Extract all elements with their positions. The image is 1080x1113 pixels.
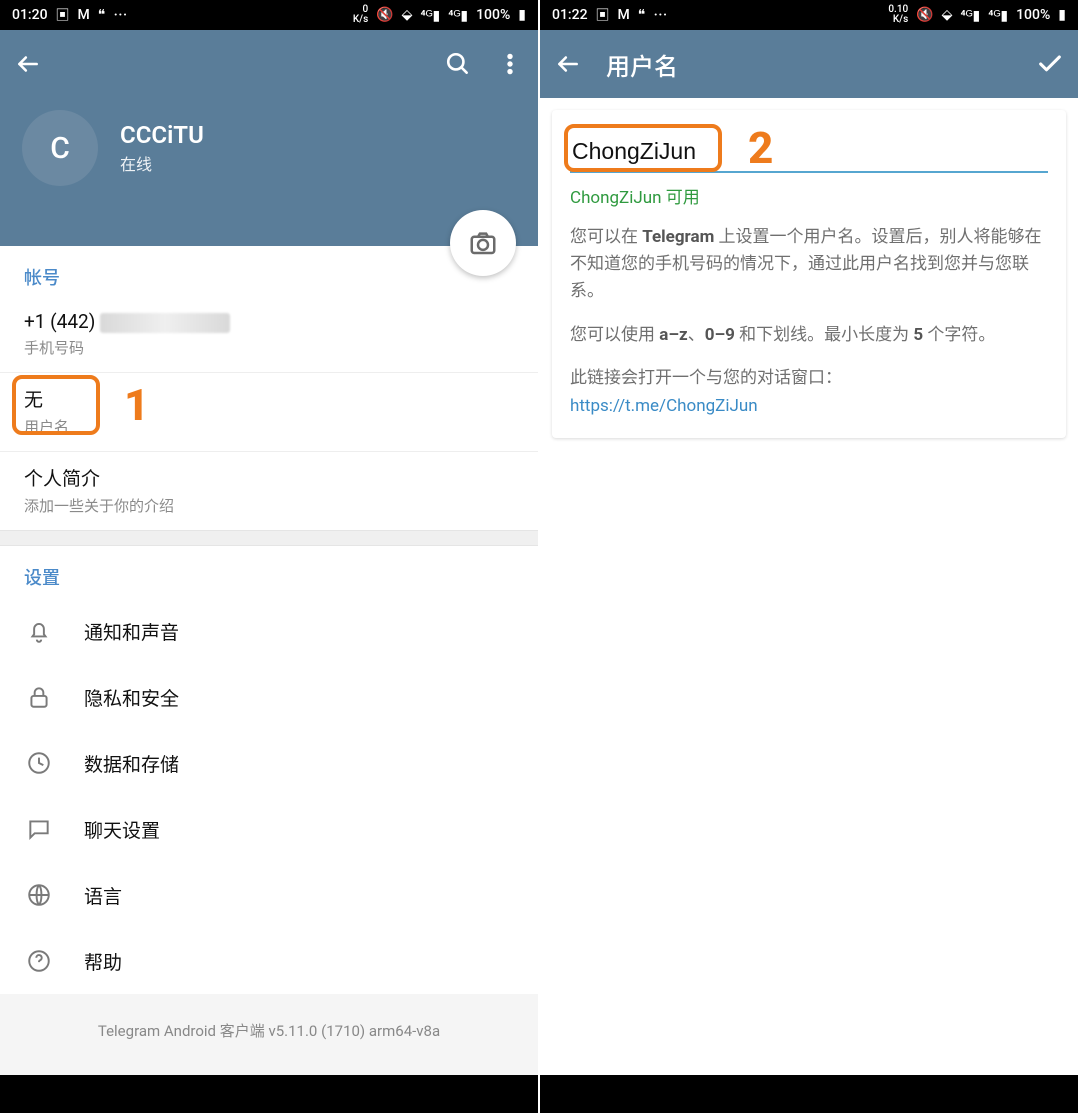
phone-value: +1 (442) [24, 310, 514, 333]
signal-4g-icon: ⁴ᴳ▮ [988, 7, 1008, 24]
section-divider [0, 530, 538, 546]
mute-icon: 🔇 [376, 7, 393, 23]
signal-4g-icon: ⁴ᴳ▮ [448, 7, 468, 24]
profile-status: 在线 [120, 151, 204, 175]
camera-button[interactable] [450, 210, 516, 276]
phone-row[interactable]: +1 (442) 手机号码 [0, 298, 538, 373]
username-available: ChongZiJun 可用 [570, 183, 1048, 208]
chat-icon [24, 814, 54, 844]
net-speed: 0K/s [353, 5, 368, 25]
wifi-icon: ⬙ [942, 7, 953, 23]
settings-label: 聊天设置 [84, 816, 160, 843]
username-description-2: 您可以使用 a–z、0–9 和下划线。最小长度为 5 个字符。 [570, 322, 1048, 349]
image-icon: ▣ [56, 5, 70, 25]
username-description-1: 您可以在 Telegram 上设置一个用户名。设置后，别人将能够在不知道您的手机… [570, 224, 1048, 306]
bio-row[interactable]: 个人简介 添加一些关于你的介绍 [0, 452, 538, 530]
annotation-2: 2 [748, 122, 773, 174]
more-vert-icon[interactable] [496, 50, 524, 78]
settings-section: 设置 通知和声音 隐私和安全 数据和存储 聊天设置 语言 [0, 546, 538, 994]
battery-icon: ▮ [1058, 7, 1066, 23]
settings-help[interactable]: 帮助 [0, 928, 538, 994]
settings-label: 帮助 [84, 948, 122, 975]
bio-label: 添加一些关于你的介绍 [24, 495, 514, 516]
status-time: 01:22 [552, 7, 588, 23]
status-bar: 01:20 ▣ M ❝ ⋯ 0K/s 🔇 ⬙ ⁴ᴳ▮ ⁴ᴳ▮ 100% ▮ [0, 0, 538, 30]
bio-value: 个人简介 [24, 464, 514, 491]
status-bar: 01:22 ▣ M ❝ ⋯ 0.10K/s 🔇 ⬙ ⁴ᴳ▮ ⁴ᴳ▮ 100% ▮ [540, 0, 1078, 30]
mail-icon: M [618, 7, 630, 23]
section-header-settings: 设置 [0, 546, 538, 598]
bell-icon [24, 616, 54, 646]
nav-bar [540, 1075, 1078, 1113]
avatar[interactable]: C [22, 110, 98, 186]
settings-language[interactable]: 语言 [0, 862, 538, 928]
username-input[interactable] [570, 132, 1048, 173]
settings-data[interactable]: 数据和存储 [0, 730, 538, 796]
battery-text: 100% [476, 7, 510, 23]
back-icon[interactable] [554, 50, 582, 78]
more-icon: ⋯ [653, 5, 667, 25]
username-link[interactable]: https://t.me/ChongZiJun [570, 396, 758, 416]
settings-notifications[interactable]: 通知和声音 [0, 598, 538, 664]
globe-icon [24, 880, 54, 910]
search-icon[interactable] [444, 50, 472, 78]
nav-bar [0, 1075, 538, 1113]
settings-chat[interactable]: 聊天设置 [0, 796, 538, 862]
mail-icon: M [78, 7, 90, 23]
username-card: 2 ChongZiJun 可用 您可以在 Telegram 上设置一个用户名。设… [552, 110, 1066, 438]
settings-privacy[interactable]: 隐私和安全 [0, 664, 538, 730]
hangouts-icon: ❝ [638, 7, 646, 23]
username-row[interactable]: 1 无 用户名 [0, 373, 538, 452]
profile-header: C CCCiTU 在线 [0, 98, 538, 246]
help-icon [24, 946, 54, 976]
toolbar-title: 用户名 [606, 47, 1012, 82]
signal-4g-icon: ⁴ᴳ▮ [960, 7, 980, 24]
annotation-1: 1 [124, 379, 149, 431]
wifi-icon: ⬙ [402, 7, 413, 23]
back-icon[interactable] [14, 50, 42, 78]
hangouts-icon: ❝ [98, 7, 106, 23]
signal-4g-icon: ⁴ᴳ▮ [420, 7, 440, 24]
mute-icon: 🔇 [916, 7, 933, 23]
toolbar [0, 30, 538, 98]
settings-label: 语言 [84, 882, 122, 909]
more-icon: ⋯ [113, 5, 127, 25]
settings-label: 数据和存储 [84, 750, 179, 777]
screen-settings: 01:20 ▣ M ❝ ⋯ 0K/s 🔇 ⬙ ⁴ᴳ▮ ⁴ᴳ▮ 100% ▮ [0, 0, 540, 1113]
screen-username: 01:22 ▣ M ❝ ⋯ 0.10K/s 🔇 ⬙ ⁴ᴳ▮ ⁴ᴳ▮ 100% ▮… [540, 0, 1080, 1113]
lock-icon [24, 682, 54, 712]
image-icon: ▣ [596, 5, 610, 25]
battery-text: 100% [1016, 7, 1050, 23]
settings-label: 通知和声音 [84, 618, 179, 645]
confirm-icon[interactable] [1036, 50, 1064, 78]
net-speed: 0.10K/s [888, 5, 908, 25]
status-time: 01:20 [12, 7, 48, 23]
username-label: 用户名 [24, 416, 398, 437]
profile-name: CCCiTU [120, 121, 204, 149]
phone-label: 手机号码 [24, 337, 514, 358]
clock-icon [24, 748, 54, 778]
toolbar: 用户名 [540, 30, 1078, 98]
battery-icon: ▮ [518, 7, 526, 23]
account-section: 帐号 +1 (442) 手机号码 1 无 用户名 个人简介 添加一些关于你的介绍 [0, 246, 538, 530]
version-footer: Telegram Android 客户端 v5.11.0 (1710) arm6… [0, 994, 538, 1075]
settings-label: 隐私和安全 [84, 684, 179, 711]
username-link-intro: 此链接会打开一个与您的对话窗口： [570, 365, 1048, 392]
username-value: 无 [24, 385, 398, 412]
redacted-phone [100, 313, 230, 333]
